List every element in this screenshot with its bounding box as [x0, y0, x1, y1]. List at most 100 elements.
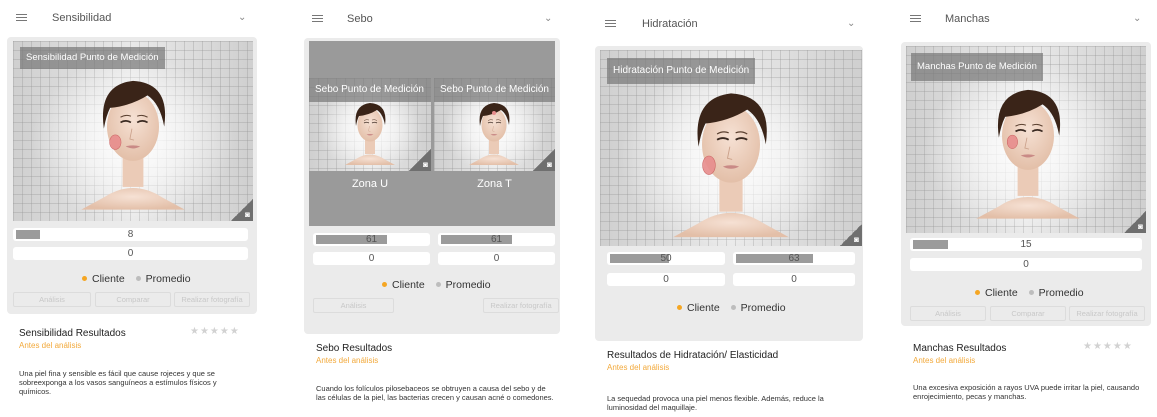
promedio-bar: 0 — [13, 247, 248, 260]
promedio-value: 0 — [1023, 259, 1029, 270]
cliente-bar-right: 63 — [733, 252, 855, 265]
measurement-point — [109, 134, 122, 150]
promedio-value: 0 — [493, 253, 500, 264]
chevron-down-icon[interactable]: ⌄ — [847, 18, 855, 29]
sensibilidad-panel: Sensibilidad ⌄ Sensibilidad Punto de Med… — [0, 0, 262, 417]
cliente-value: 8 — [127, 229, 134, 240]
measurement-point-label: Hidratación Punto de Medición — [607, 58, 756, 84]
cliente-bar-left: 50 — [607, 252, 725, 265]
promedio-value: 0 — [663, 274, 669, 285]
promedio-value: 0 — [791, 274, 797, 285]
promedio-bar-right: 0 — [733, 273, 855, 286]
zona-u-cliente-bar: 61 — [313, 233, 430, 246]
promedio-bar: 0 — [910, 258, 1142, 271]
camera-icon[interactable]: ◙ — [409, 149, 431, 171]
zona-t-label: Sebo Punto de Medición — [434, 78, 555, 102]
legend: Cliente Promedio — [677, 302, 786, 314]
face-photo[interactable]: Manchas Punto de Medición ◙ — [906, 46, 1146, 233]
header-title: Hidratación — [642, 18, 698, 30]
hamburger-icon[interactable] — [605, 20, 616, 27]
sebo-panel: Sebo ⌄ Sebo Punto de Medición ◙ Sebo Pun… — [296, 0, 564, 417]
realizar-fotografia-button[interactable]: Realizar fotografía — [174, 292, 250, 307]
rating-stars: ★★★★★ — [190, 326, 240, 337]
legend-cliente: Cliente — [985, 287, 1018, 299]
face-illustration — [673, 64, 789, 246]
measurement-point-label: Manchas Punto de Medición — [911, 53, 1043, 81]
cliente-dot — [677, 305, 682, 311]
result-title: Sebo Resultados — [316, 343, 393, 354]
legend-promedio: Promedio — [145, 273, 191, 285]
legend: Cliente Promedio — [975, 287, 1084, 299]
zona-t-promedio-bar: 0 — [438, 252, 555, 265]
zona-u-promedio-bar: 0 — [313, 252, 430, 265]
measurement-point — [492, 111, 496, 115]
result-status: Antes del análisis — [19, 341, 82, 350]
legend-promedio: Promedio — [740, 302, 786, 314]
comparar-button[interactable]: Comparar — [95, 292, 171, 307]
promedio-value: 0 — [368, 253, 375, 264]
zona-u-photo[interactable]: Sebo Punto de Medición ◙ — [309, 78, 431, 171]
face-illustration — [81, 53, 185, 221]
analisis-button[interactable]: Análisis — [910, 306, 986, 321]
result-title: Sensibilidad Resultados — [19, 328, 126, 339]
zona-u-name: Zona U — [351, 178, 389, 190]
legend-cliente: Cliente — [687, 302, 720, 314]
chevron-down-icon[interactable]: ⌄ — [1133, 13, 1141, 24]
promedio-value: 0 — [127, 248, 134, 259]
header-title: Sebo — [347, 13, 373, 25]
cliente-value: 15 — [1020, 239, 1032, 250]
result-title: Manchas Resultados — [913, 343, 1007, 354]
camera-icon[interactable]: ◙ — [231, 199, 253, 221]
chevron-down-icon[interactable]: ⌄ — [544, 13, 552, 24]
hamburger-icon[interactable] — [910, 15, 921, 22]
app-header: Sensibilidad ⌄ — [0, 2, 262, 36]
cliente-value: 63 — [788, 253, 800, 264]
camera-icon[interactable]: ◙ — [1124, 211, 1146, 233]
app-header: Manchas ⌄ — [893, 3, 1157, 37]
measurement-card: Sensibilidad Punto de Medición ◙ 8 0 Cli… — [7, 37, 257, 314]
legend-promedio: Promedio — [1038, 287, 1084, 299]
cliente-dot — [382, 282, 387, 288]
realizar-fotografia-button[interactable]: Realizar fotografía — [483, 298, 559, 313]
legend: Cliente Promedio — [382, 279, 491, 291]
chevron-down-icon[interactable]: ⌄ — [238, 12, 246, 23]
face-illustration — [976, 60, 1080, 232]
promedio-dot — [435, 282, 441, 288]
cliente-bar: 8 — [13, 228, 248, 241]
cliente-value: 61 — [490, 234, 503, 245]
cliente-bar: 15 — [910, 238, 1142, 251]
promedio-dot — [135, 276, 141, 282]
app-header: Sebo ⌄ — [296, 3, 564, 37]
cliente-dot — [82, 276, 87, 282]
result-description: Cuando los folículos pilosebaceos se obt… — [316, 384, 554, 402]
measurement-card: Sebo Punto de Medición ◙ Sebo Punto de M… — [304, 38, 560, 334]
rating-stars: ★★★★★ — [1083, 341, 1133, 352]
promedio-dot — [1028, 290, 1034, 296]
measurement-point — [1006, 134, 1018, 149]
legend-cliente: Cliente — [392, 279, 425, 291]
hamburger-icon[interactable] — [312, 15, 323, 22]
comparar-button[interactable]: Comparar — [990, 306, 1066, 321]
header-title: Manchas — [945, 13, 990, 25]
camera-icon[interactable]: ◙ — [533, 149, 555, 171]
realizar-fotografia-button[interactable]: Realizar fotografía — [1069, 306, 1145, 321]
promedio-dot — [730, 305, 736, 311]
measurement-point — [702, 155, 716, 175]
analisis-button[interactable]: Análisis — [313, 298, 394, 313]
hidratacion-panel: Hidratación ⌄ Hidratación Punto de Medic… — [587, 0, 870, 417]
analisis-button[interactable]: Análisis — [13, 292, 91, 307]
result-description: La sequedad provoca una piel menos flexi… — [607, 394, 824, 412]
measurement-point-label: Sensibilidad Punto de Medición — [20, 47, 165, 69]
zona-u-label: Sebo Punto de Medición — [309, 78, 431, 102]
hamburger-icon[interactable] — [16, 14, 27, 21]
face-photo[interactable]: Hidratación Punto de Medición ◙ — [600, 50, 862, 246]
zona-t-photo[interactable]: Sebo Punto de Medición ◙ — [434, 78, 555, 171]
result-title: Resultados de Hidratación/ Elasticidad — [607, 350, 779, 361]
cliente-value: 61 — [365, 234, 378, 245]
face-photo[interactable]: Sensibilidad Punto de Medición ◙ — [13, 41, 253, 221]
app-header: Hidratación ⌄ — [587, 8, 870, 42]
result-status: Antes del análisis — [607, 363, 670, 372]
camera-icon[interactable]: ◙ — [840, 224, 862, 246]
measurement-card: Hidratación Punto de Medición ◙ 50 63 0 … — [595, 46, 863, 341]
header-title: Sensibilidad — [52, 12, 112, 24]
